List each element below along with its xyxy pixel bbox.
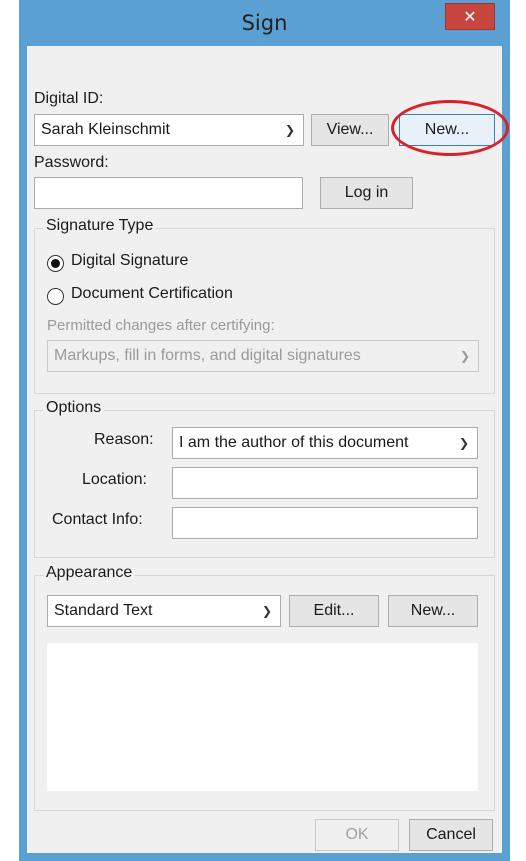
close-button[interactable]: ✕ — [445, 3, 495, 30]
digital-id-label: Digital ID: — [34, 90, 104, 107]
title-bar[interactable]: Sign ✕ — [19, 0, 510, 46]
new-id-button[interactable]: New... — [399, 114, 495, 146]
digital-id-selected: Sarah Kleinschmit — [41, 121, 170, 138]
edit-appearance-button[interactable]: Edit... — [289, 595, 379, 627]
permitted-changes-dropdown: Markups, fill in forms, and digital sign… — [47, 340, 479, 372]
password-label: Password: — [34, 154, 109, 171]
chevron-down-icon: ❯ — [284, 123, 295, 137]
chevron-down-icon: ❯ — [261, 604, 272, 618]
appearance-selected: Standard Text — [54, 602, 153, 619]
contact-info-input[interactable] — [172, 507, 478, 539]
appearance-dropdown[interactable]: Standard Text ❯ — [47, 595, 281, 627]
digital-signature-label[interactable]: Digital Signature — [71, 252, 188, 270]
digital-id-dropdown[interactable]: Sarah Kleinschmit ❯ — [34, 114, 304, 146]
chevron-down-icon: ❯ — [459, 349, 470, 363]
ok-button[interactable]: OK — [315, 819, 399, 851]
location-label: Location: — [82, 471, 147, 488]
location-input[interactable] — [172, 467, 478, 499]
new-appearance-button[interactable]: New... — [388, 595, 478, 627]
view-id-button[interactable]: View... — [311, 114, 389, 146]
window-title: Sign — [241, 11, 288, 35]
radio-digital-signature[interactable] — [47, 255, 64, 272]
reason-label: Reason: — [94, 431, 154, 448]
document-certification-label[interactable]: Document Certification — [71, 285, 233, 303]
signature-type-legend: Signature Type — [43, 217, 157, 235]
dialog-client-area: Digital ID: Sarah Kleinschmit ❯ View... … — [27, 46, 502, 853]
radio-document-certification[interactable] — [47, 288, 64, 305]
chevron-down-icon: ❯ — [458, 436, 469, 450]
reason-dropdown[interactable]: I am the author of this document ❯ — [172, 427, 478, 459]
radio-selected-dot — [51, 259, 60, 268]
reason-selected: I am the author of this document — [179, 434, 409, 451]
permitted-changes-selected: Markups, fill in forms, and digital sign… — [54, 347, 361, 364]
cancel-button[interactable]: Cancel — [409, 819, 493, 851]
close-icon: ✕ — [463, 7, 477, 26]
log-in-button[interactable]: Log in — [320, 177, 413, 209]
sign-dialog: Sign ✕ Digital ID: Sarah Kleinschmit ❯ V… — [19, 0, 510, 861]
permitted-changes-label: Permitted changes after certifying: — [47, 317, 275, 334]
options-legend: Options — [43, 399, 105, 417]
contact-info-label: Contact Info: — [52, 511, 143, 528]
appearance-legend: Appearance — [43, 564, 136, 582]
password-input[interactable] — [34, 177, 303, 209]
appearance-preview — [47, 643, 478, 791]
